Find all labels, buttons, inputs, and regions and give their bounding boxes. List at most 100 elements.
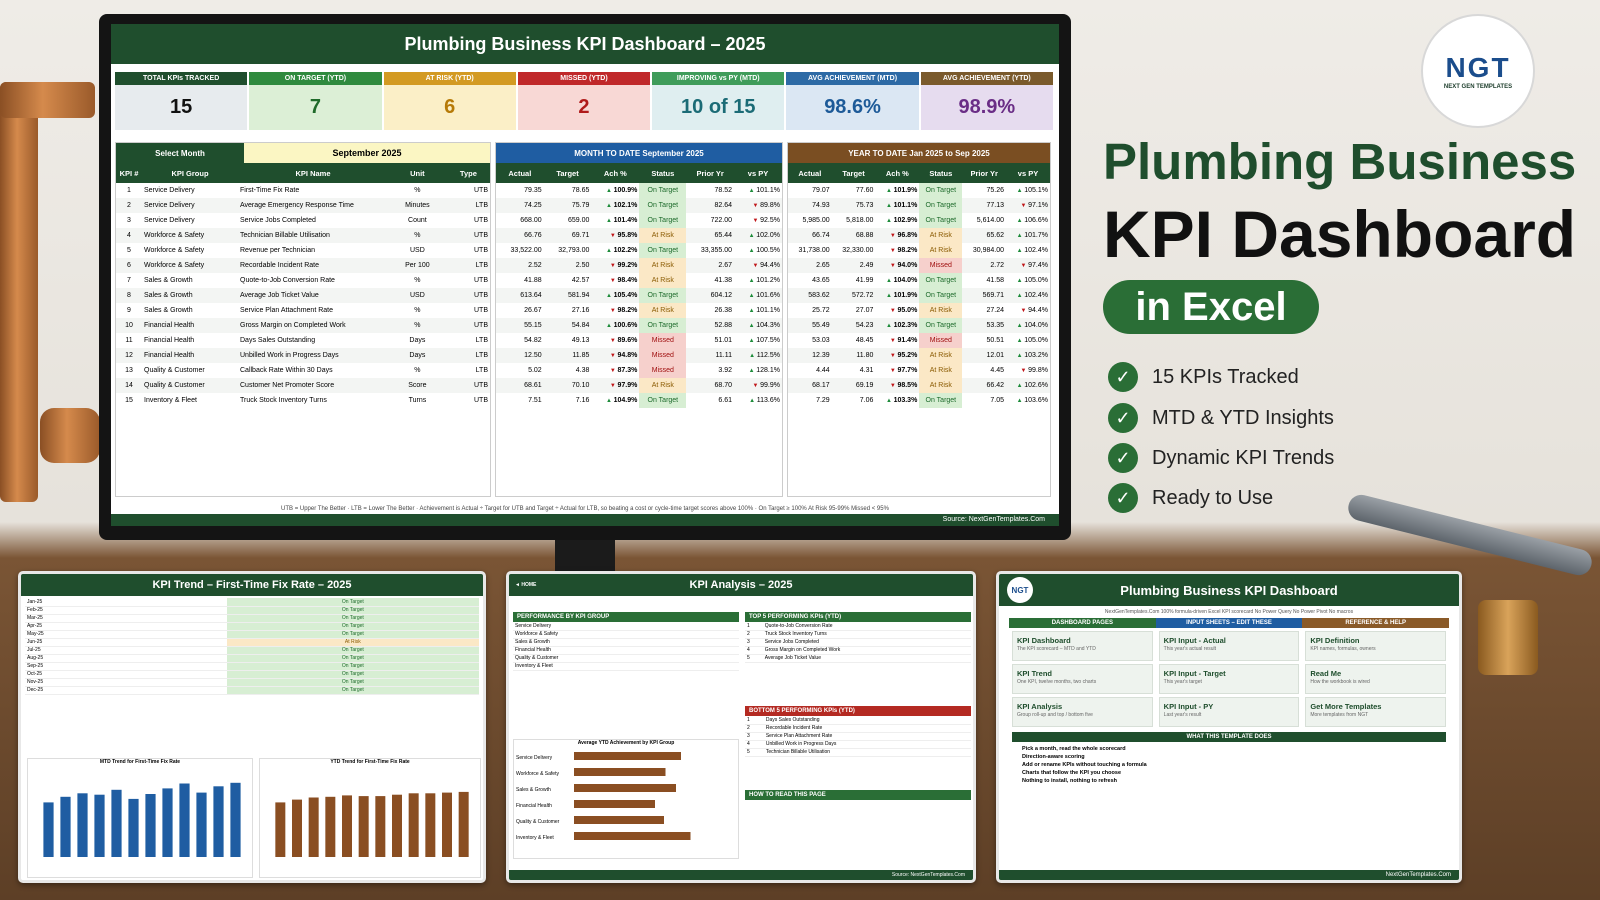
vs-py-value: 112.5%	[756, 352, 780, 359]
target-cell: 54.23	[855, 322, 874, 329]
table-row: 33,522.00 32,793.00 ▲ 102.2% On Target 33,35…	[496, 243, 782, 258]
actual-cell: 33,522.00	[510, 247, 542, 254]
arrow-down-icon: ▼	[752, 263, 761, 269]
kpi-name: Unbilled Work in Progress Days	[763, 740, 971, 749]
table-row: 7.51 7.16 ▲ 104.9% On Target 6.61 ▲ 113.6%	[496, 393, 782, 408]
ach-cell: ▼ 98.5%	[875, 378, 919, 393]
status-badge: At Risk	[919, 348, 963, 363]
vs-py-value: 102.4%	[1024, 292, 1048, 299]
nav-tile[interactable]: KPI Analysis Group roll-up and top / bott…	[1012, 697, 1153, 727]
status-badge: On Target	[226, 662, 479, 671]
table-row: May-25 On Target	[25, 630, 479, 639]
kpi-rank: 4	[745, 740, 764, 749]
status-badge: At Risk	[919, 303, 963, 318]
target-cell: 70.10	[571, 382, 590, 389]
ach-cell: ▼ 98.2%	[591, 303, 639, 318]
kpi-type: UTB	[474, 277, 488, 284]
status-badge: On Target	[226, 670, 479, 679]
kpi-rank: 4	[745, 646, 763, 655]
what-item: Pick a month, read the whole scorecard	[1022, 746, 1126, 752]
table-row: 5 Workforce & Safety Revenue per Technicia…	[116, 243, 490, 258]
nav-tile[interactable]: Get More Templates More templates from NG…	[1305, 697, 1447, 727]
actual-cell: 7.29	[816, 397, 830, 404]
kpi-card: IMPROVING vs PY (MTD) 10 of 15	[652, 72, 787, 130]
arrow-up-icon: ▲	[885, 218, 894, 224]
month-cell: Oct-25	[25, 670, 227, 679]
table-row: 54.82 49.13 ▼ 89.6% Missed 51.01 ▲ 107.5%	[496, 333, 782, 348]
target-cell: 42.57	[571, 277, 590, 284]
kpi-card-value: 15	[115, 85, 248, 130]
column-header: Status	[639, 163, 687, 183]
kpi-name: Customer Net Promoter Score	[240, 382, 335, 389]
kpi-type: UTB	[474, 292, 488, 299]
vs-py-value: 106.6%	[1024, 217, 1048, 224]
column-header: KPI Name	[238, 163, 388, 183]
group-label: Workforce & Safety	[516, 771, 559, 777]
actual-cell: 79.35	[524, 187, 542, 194]
status-badge: On Target	[639, 243, 687, 258]
nav-tile[interactable]: KPI Trend One KPI, twelve months, two cha…	[1012, 664, 1153, 694]
analysis-title-bar: ◄ HOME KPI Analysis – 2025	[509, 574, 973, 596]
what-item: Nothing to install, nothing to refresh	[1022, 778, 1118, 784]
table-row: Dec-25 On Target	[25, 686, 479, 695]
select-month-dropdown[interactable]: September 2025	[244, 143, 490, 163]
table-row: 4 Workforce & Safety Technician Billable U…	[116, 228, 490, 243]
dashboard-screen: Plumbing Business KPI Dashboard – 2025 T…	[111, 24, 1059, 526]
arrow-up-icon: ▲	[885, 398, 894, 404]
tile-title: KPI Definition	[1310, 636, 1360, 645]
trend-bar	[375, 796, 386, 857]
kpi-unit: Count	[408, 217, 427, 224]
thumbnail-kpi-analysis[interactable]: ◄ HOME KPI Analysis – 2025 PERFORMANCE B…	[506, 571, 976, 883]
month-cell: Sep-25	[25, 662, 227, 671]
vs-py-cell: ▲ 102.4%	[1006, 288, 1050, 303]
analysis-title: KPI Analysis – 2025	[689, 579, 793, 591]
top5-table: TOP 5 PERFORMING KPIs (YTD) 1 Quote-to-Jo…	[745, 612, 971, 663]
nav-tile[interactable]: KPI Dashboard The KPI scorecard – MTD and…	[1012, 631, 1153, 661]
vs-py-cell: ▼ 94.4%	[734, 258, 782, 273]
status-badge: On Target	[919, 213, 963, 228]
actual-cell: 79.07	[812, 187, 830, 194]
table-row: Feb-25 On Target	[25, 606, 479, 615]
table-row: Nov-25 On Target	[25, 678, 479, 687]
kpi-number: 3	[127, 217, 131, 224]
vs-py-cell: ▼ 89.8%	[734, 198, 782, 213]
actual-cell: 66.74	[812, 232, 830, 239]
arrow-down-icon: ▼	[752, 203, 761, 209]
table-row: Inventory & Fleet	[513, 662, 739, 671]
thumbnail-home[interactable]: NGT Plumbing Business KPI Dashboard Next…	[996, 571, 1462, 883]
kpi-type: UTB	[474, 232, 488, 239]
nav-tile[interactable]: Read Me How the workbook is wired	[1305, 664, 1447, 694]
table-row: Quality & Customer	[513, 654, 739, 663]
kpi-group: Workforce & Safety	[144, 247, 205, 254]
home-button[interactable]: ◄ HOME	[515, 582, 536, 588]
nav-tile[interactable]: KPI Input - Target This year's target	[1158, 664, 1300, 694]
section-header: BOTTOM 5 PERFORMING KPIs (YTD)	[745, 706, 971, 716]
target-cell: 4.31	[859, 367, 874, 374]
prior-year-cell: 2.72	[990, 262, 1005, 269]
table-row: 1 Quote-to-Job Conversion Rate	[745, 622, 971, 631]
actual-cell: 4.44	[816, 367, 830, 374]
ach-value: 95.8%	[617, 232, 638, 239]
group-name: Workforce & Safety	[513, 630, 739, 639]
nav-tile[interactable]: KPI Input - PY Last year's result	[1158, 697, 1300, 727]
table-row: Oct-25 On Target	[25, 670, 479, 679]
ach-cell: ▼ 98.4%	[591, 273, 639, 288]
vs-py-cell: ▲ 102.0%	[734, 228, 782, 243]
status-badge: At Risk	[639, 273, 687, 288]
table-row: 2.65 2.49 ▼ 94.0% Missed 2.72 ▼ 97.4%	[788, 258, 1050, 273]
trend-bar	[458, 791, 469, 857]
table-row: Sep-25 On Target	[25, 662, 479, 671]
arrow-up-icon: ▲	[885, 188, 894, 194]
kpi-type: UTB	[474, 382, 488, 389]
ach-cell: ▼ 87.3%	[591, 363, 639, 378]
ngt-logo: NGT NEXT GEN TEMPLATES	[1421, 14, 1535, 128]
kpi-card-label: TOTAL KPIs TRACKED	[115, 72, 248, 85]
tile-subtitle: This year's actual result	[1163, 646, 1217, 652]
kpi-card-value: 7	[249, 85, 382, 130]
vs-py-value: 128.1%	[756, 367, 780, 374]
nav-tile[interactable]: KPI Definition KPI names, formulas, owner…	[1305, 631, 1447, 661]
thumbnail-kpi-trend[interactable]: KPI Trend – First-Time Fix Rate – 2025 J…	[18, 571, 486, 883]
nav-tile[interactable]: KPI Input - Actual This year's actual res…	[1158, 631, 1300, 661]
mtd-trend-svg	[43, 782, 241, 857]
table-row: 43.65 41.99 ▲ 104.0% On Target 41.58 ▲ 105.0%	[788, 273, 1050, 288]
